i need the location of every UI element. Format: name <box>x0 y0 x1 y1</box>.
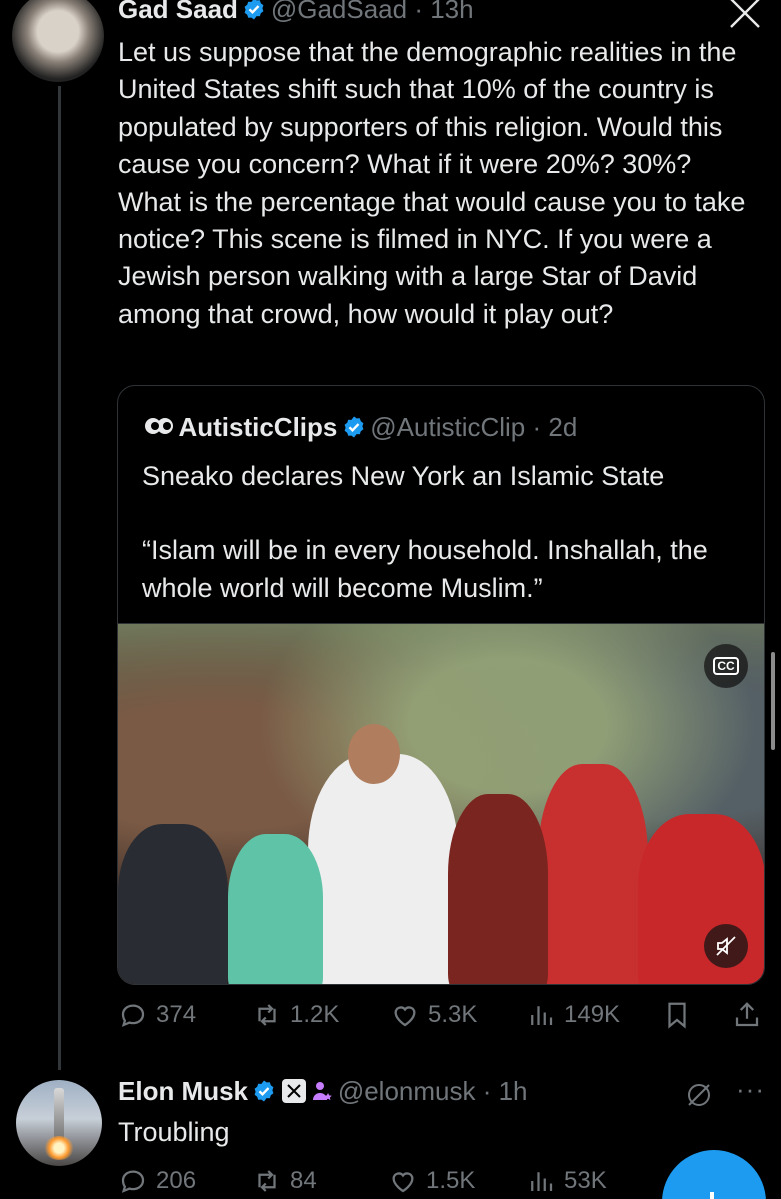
more-icon[interactable]: ··· <box>736 1074 765 1105</box>
verified-icon <box>255 1080 274 1102</box>
grok-icon[interactable] <box>684 1080 714 1110</box>
scrollbar[interactable] <box>771 652 775 750</box>
verified-icon <box>244 0 264 20</box>
like-button[interactable]: 5.3K <box>390 1000 477 1030</box>
compose-button[interactable] <box>662 1150 766 1199</box>
share-button[interactable] <box>732 1000 762 1030</box>
like-button[interactable]: 1.5K <box>388 1166 475 1196</box>
quote-author-name[interactable]: AutisticClips <box>178 412 337 442</box>
crowd-figure <box>448 794 548 984</box>
repost-button[interactable]: 1.2K <box>252 1000 339 1030</box>
views-icon <box>531 1006 553 1025</box>
plus-icon <box>710 1192 714 1199</box>
avatar-elon-musk[interactable] <box>16 1080 102 1166</box>
like-count: 1.5K <box>426 1167 476 1194</box>
views-count: 53K <box>564 1167 607 1194</box>
reply-button[interactable]: 206 <box>118 1166 196 1196</box>
author-name[interactable]: Gad Saad <box>118 0 238 24</box>
reply-author-handle-time[interactable]: @elonmusk · 1h <box>338 1076 528 1106</box>
views-count: 149K <box>564 1001 621 1028</box>
reply-header: Elon Musk @elonmusk · 1h <box>118 1076 528 1107</box>
x-logo-icon[interactable] <box>728 0 762 30</box>
quote-author-handle-time[interactable]: @AutisticClip · 2d <box>370 412 577 442</box>
bookmark-icon <box>668 1002 686 1029</box>
like-icon <box>394 1006 416 1027</box>
main-tweet-text: Let us suppose that the demographic real… <box>118 37 746 329</box>
mute-icon <box>716 936 736 956</box>
quote-line-2: “Islam will be in every household. Insha… <box>142 535 708 603</box>
author-handle-time[interactable]: @GadSaad · 13h <box>271 0 474 24</box>
repost-icon <box>258 1004 276 1026</box>
affiliate-icon <box>313 1082 333 1101</box>
crowd-figure <box>308 754 458 984</box>
x-affiliation-badge-icon[interactable] <box>281 1078 307 1104</box>
video-thumbnail[interactable]: CC <box>118 623 764 984</box>
views-button[interactable]: 53K <box>526 1166 607 1196</box>
views-button[interactable]: 149K <box>526 1000 620 1030</box>
views-icon <box>531 1172 553 1191</box>
quoted-tweet-card[interactable]: AutisticClips @AutisticClip · 2d Sneako … <box>117 385 765 985</box>
captions-button[interactable]: CC <box>704 644 748 688</box>
crowd-figure <box>638 814 764 984</box>
repost-count: 84 <box>290 1167 317 1194</box>
like-icon <box>392 1172 414 1193</box>
bookmark-button[interactable] <box>662 1000 692 1030</box>
reply-icon <box>121 1004 145 1027</box>
avatar-gad-saad[interactable] <box>12 0 104 82</box>
repost-count: 1.2K <box>290 1001 340 1028</box>
reply-button[interactable]: 374 <box>118 1000 196 1030</box>
repost-button[interactable]: 84 <box>252 1166 317 1196</box>
crowd-figure <box>228 834 323 984</box>
crowd-figure <box>118 824 228 984</box>
verified-icon <box>344 416 364 438</box>
rocket-flame <box>44 1136 74 1160</box>
thread-line <box>58 86 61 1070</box>
repost-icon <box>258 1170 276 1192</box>
like-count: 5.3K <box>428 1001 478 1028</box>
reply-icon <box>121 1170 145 1193</box>
autisticclips-avatar-icon <box>145 418 173 434</box>
quote-text: Sneako declares New York an Islamic Stat… <box>142 458 752 607</box>
reply-text: Troubling <box>118 1117 230 1147</box>
crowd-figure <box>348 724 400 784</box>
reply-count: 206 <box>156 1167 197 1194</box>
reply-count: 374 <box>156 1001 197 1028</box>
mute-button[interactable] <box>704 924 748 968</box>
crowd-figure <box>538 764 648 984</box>
main-tweet-header: Gad Saad @GadSaad · 13h <box>118 0 474 25</box>
quote-header: AutisticClips @AutisticClip · 2d <box>144 412 577 443</box>
cc-icon: CC <box>713 657 739 675</box>
share-icon <box>735 1002 759 1027</box>
reply-author-name[interactable]: Elon Musk <box>118 1076 248 1106</box>
quote-line-1: Sneako declares New York an Islamic Stat… <box>142 461 665 491</box>
